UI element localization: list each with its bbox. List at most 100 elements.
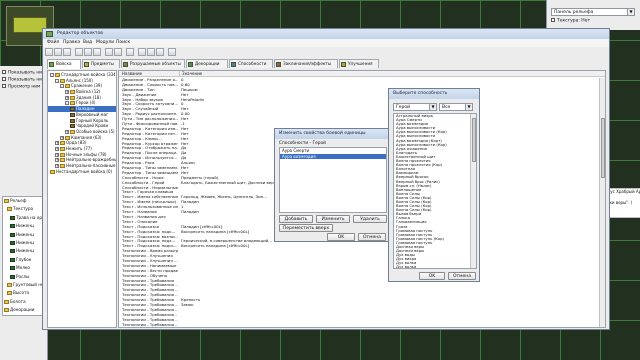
menu-file[interactable]: Файл — [47, 39, 59, 47]
cut-icon[interactable] — [75, 48, 83, 56]
scroll-thumb[interactable] — [600, 118, 605, 178]
tree-node-label: Орда (83) — [66, 140, 87, 146]
tab-destructibles[interactable]: Разрушаемые объекты — [121, 59, 185, 68]
ability-ok-button[interactable]: OK — [419, 272, 445, 280]
layer-node[interactable]: Трава на ор — [3, 214, 45, 222]
collapse-icon[interactable]: - — [50, 73, 54, 77]
tab-label: Войска — [56, 61, 72, 66]
paste-icon[interactable] — [93, 48, 101, 56]
layer-node[interactable]: Грунтовый нерв — [3, 281, 45, 289]
layer-node[interactable]: Ниженц — [3, 222, 45, 230]
layer-node[interactable]: Рослы — [3, 273, 45, 281]
left-check-1[interactable]: Показывать ним — [2, 70, 45, 76]
tree-node-label: Нестандартные войска (0) — [56, 168, 113, 174]
chevron-down-icon[interactable]: ▼ — [627, 9, 634, 15]
help-icon[interactable] — [168, 48, 176, 56]
edit-button[interactable]: Изменить — [316, 215, 350, 223]
left-check-3[interactable]: Просмотр ним — [2, 84, 40, 90]
tab-units[interactable]: Войска — [47, 59, 81, 69]
layer-node[interactable]: Ниженц — [3, 239, 45, 247]
menu-search[interactable]: Поиск — [116, 39, 130, 47]
checkbox-icon[interactable] — [2, 84, 6, 88]
find-icon[interactable] — [126, 48, 134, 56]
property-row[interactable]: Технологии - Требования ... — [119, 323, 605, 327]
column-name[interactable]: Название — [122, 71, 142, 77]
ability-cancel-button[interactable]: Отмена — [448, 272, 476, 280]
ability-choice-list[interactable]: Астральный вихрь Аура Смерти Аура возмезди… — [393, 113, 477, 269]
expand-icon[interactable]: + — [55, 146, 59, 151]
move-up-button[interactable]: Переместить вверх — [279, 224, 333, 232]
folder-icon — [7, 291, 12, 296]
copy-icon[interactable] — [84, 48, 92, 56]
editor-titlebar[interactable]: Редактор объектов — [43, 29, 609, 39]
list-scrollbar[interactable] — [470, 114, 476, 268]
expand-icon[interactable]: + — [60, 135, 64, 140]
layer-node[interactable]: Рельеф — [3, 197, 45, 205]
expand-icon[interactable]: + — [65, 90, 69, 95]
layer-node[interactable]: Декорации — [3, 306, 45, 314]
destructibles-icon — [123, 62, 128, 67]
filter-combo[interactable]: Все ▼ — [439, 103, 473, 111]
ability-icon[interactable] — [156, 48, 164, 56]
tree-node-label: Стандартные войска (334) — [61, 72, 116, 77]
ability-item[interactable]: Дух волка — [396, 265, 470, 268]
layer-node[interactable]: Болота — [3, 298, 45, 306]
delete-button[interactable]: Удалить — [353, 215, 387, 223]
open-icon[interactable] — [54, 48, 62, 56]
layer-node[interactable]: Высота — [3, 289, 45, 297]
cancel-button[interactable]: Отмена — [358, 233, 386, 241]
item-icon[interactable] — [147, 48, 155, 56]
layer-node[interactable]: Мелко — [3, 264, 45, 272]
redo-icon[interactable] — [114, 48, 122, 56]
expand-icon[interactable]: + — [55, 152, 59, 157]
race-combo[interactable]: Герой ▼ — [393, 103, 437, 111]
layers-tree[interactable]: Рельеф Текстура Трава на ор Ниженц Ниженц Ниж… — [2, 196, 46, 316]
tree-node[interactable]: Нестандартные войска (0) — [48, 169, 116, 175]
tab-abilities[interactable]: Способности — [229, 59, 273, 68]
ability-dialog-titlebar[interactable]: Выберите способность — [389, 89, 479, 99]
expand-icon[interactable]: + — [55, 141, 59, 146]
checkbox-icon[interactable] — [551, 18, 555, 22]
collapse-icon[interactable]: - — [65, 101, 69, 106]
layer-node[interactable]: Ниженц — [3, 231, 45, 239]
save-icon[interactable] — [63, 48, 71, 56]
hero-icon — [70, 107, 75, 112]
unit-tree[interactable]: - Стандартные войска (334) - Альянс (150) - С… — [47, 70, 117, 328]
collapse-icon[interactable]: - — [60, 84, 64, 89]
property-dialog-titlebar[interactable]: Изменить свойства боевой единицы — [275, 129, 389, 139]
tab-upgrades[interactable]: Улучшения — [339, 59, 379, 68]
menu-edit[interactable]: Правка — [63, 39, 80, 47]
chevron-down-icon[interactable]: ▼ — [465, 104, 472, 110]
tab-buffs[interactable]: Заклинания/эффекты — [274, 59, 338, 68]
menu-modules[interactable]: Модули — [96, 39, 114, 47]
expand-icon[interactable]: + — [65, 95, 69, 100]
expand-icon[interactable]: + — [55, 158, 59, 163]
checkbox-icon[interactable] — [2, 77, 6, 81]
palette-combo[interactable]: Панель рельефа ▼ — [551, 8, 635, 16]
collapse-icon[interactable]: - — [55, 78, 59, 83]
texture-checkbox-row[interactable]: Тексгура: Нет — [551, 18, 590, 24]
unit-icon[interactable] — [138, 48, 146, 56]
list-item[interactable]: Аура возмездия — [280, 153, 386, 160]
checkbox-icon[interactable] — [2, 70, 6, 74]
menu-bar: Файл Правка Вид Модули Поиск — [43, 39, 609, 47]
scroll-thumb[interactable] — [471, 118, 476, 162]
chevron-down-icon[interactable]: ▼ — [429, 104, 436, 110]
layer-node[interactable]: Глубок — [3, 256, 45, 264]
left-check-2[interactable]: Показывать ним — [2, 77, 45, 83]
tab-items[interactable]: Предметы — [82, 59, 120, 68]
column-value[interactable]: Значение — [179, 71, 202, 77]
layer-node-label: Болота — [10, 298, 26, 304]
layer-node[interactable]: Текстура — [3, 205, 45, 213]
expand-icon[interactable]: + — [65, 129, 69, 134]
new-icon[interactable] — [45, 48, 53, 56]
ability-list[interactable]: Аура Смерти Аура возмездия — [279, 147, 387, 213]
layer-node[interactable]: Ниженц — [3, 247, 45, 255]
ok-button[interactable]: OK — [327, 233, 355, 241]
menu-view[interactable]: Вид — [83, 39, 92, 47]
undo-icon[interactable] — [105, 48, 113, 56]
tab-doodads[interactable]: Декорации — [186, 59, 228, 68]
add-button[interactable]: Добавить — [279, 215, 313, 223]
grid-scrollbar[interactable] — [599, 78, 605, 327]
expand-icon[interactable]: + — [55, 164, 59, 168]
